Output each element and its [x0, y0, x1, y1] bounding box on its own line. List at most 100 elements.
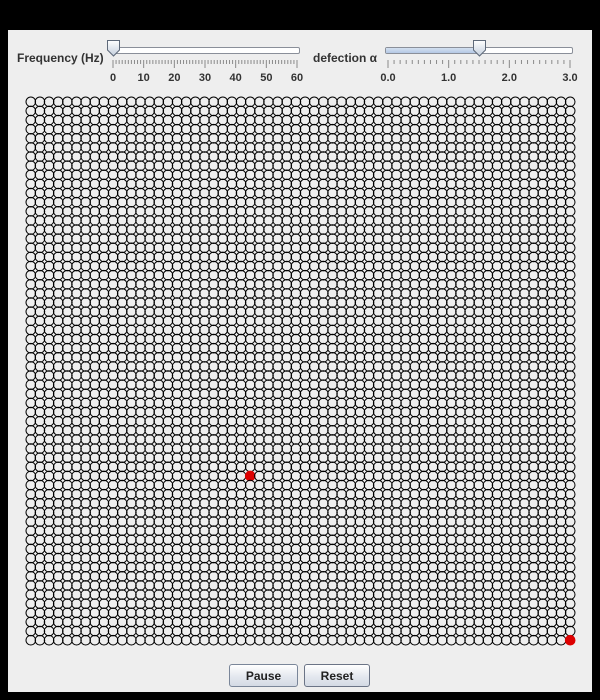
oscillator-ring[interactable]: [363, 133, 375, 144]
oscillator-ring[interactable]: [107, 342, 119, 354]
oscillator-ring[interactable]: [25, 434, 37, 445]
oscillator-ring[interactable]: [308, 571, 320, 582]
oscillator-ring[interactable]: [107, 607, 119, 619]
oscillator-ring[interactable]: [171, 315, 183, 327]
oscillator-ring[interactable]: [116, 151, 128, 162]
oscillator-ring[interactable]: [427, 534, 439, 546]
oscillator-ring[interactable]: [382, 178, 393, 190]
oscillator-ring[interactable]: [500, 415, 512, 427]
oscillator-ring[interactable]: [473, 142, 485, 153]
oscillator-ring[interactable]: [372, 352, 384, 363]
oscillator-ring[interactable]: [190, 461, 201, 473]
oscillator-ring[interactable]: [98, 352, 110, 363]
oscillator-ring[interactable]: [427, 196, 439, 208]
oscillator-ring[interactable]: [299, 96, 311, 108]
oscillator-ring[interactable]: [107, 96, 119, 108]
oscillator-ring[interactable]: [564, 206, 576, 217]
oscillator-ring[interactable]: [372, 224, 384, 235]
oscillator-ring[interactable]: [354, 306, 366, 317]
oscillator-ring[interactable]: [162, 507, 174, 518]
oscillator-ring[interactable]: [564, 269, 576, 281]
oscillator-ring[interactable]: [126, 352, 137, 363]
oscillator-ring[interactable]: [336, 607, 347, 619]
oscillator-ring[interactable]: [199, 388, 210, 400]
oscillator-ring[interactable]: [363, 215, 375, 226]
oscillator-ring[interactable]: [391, 324, 402, 336]
oscillator-ring[interactable]: [116, 379, 128, 390]
oscillator-ring[interactable]: [52, 488, 64, 500]
oscillator-ring[interactable]: [144, 178, 155, 190]
oscillator-ring[interactable]: [226, 315, 238, 327]
oscillator-ring[interactable]: [235, 616, 247, 628]
oscillator-ring[interactable]: [528, 479, 539, 491]
oscillator-ring[interactable]: [263, 242, 274, 254]
oscillator-ring[interactable]: [299, 370, 311, 381]
oscillator-ring[interactable]: [89, 571, 101, 582]
oscillator-ring[interactable]: [382, 370, 393, 381]
oscillator-ring[interactable]: [354, 379, 366, 390]
oscillator-ring[interactable]: [327, 142, 338, 153]
oscillator-ring[interactable]: [190, 352, 201, 363]
oscillator-ring[interactable]: [473, 488, 485, 500]
oscillator-ring[interactable]: [98, 288, 110, 299]
oscillator-ring[interactable]: [254, 178, 265, 190]
oscillator-ring[interactable]: [500, 187, 512, 199]
oscillator-ring[interactable]: [254, 516, 265, 527]
oscillator-ring[interactable]: [52, 580, 64, 591]
oscillator-ring[interactable]: [510, 306, 521, 317]
oscillator-ring[interactable]: [235, 516, 247, 527]
oscillator-ring[interactable]: [290, 242, 302, 254]
oscillator-ring[interactable]: [34, 242, 46, 254]
oscillator-ring[interactable]: [345, 561, 357, 573]
oscillator-ring[interactable]: [363, 589, 375, 600]
oscillator-ring[interactable]: [363, 206, 375, 217]
oscillator-ring[interactable]: [98, 516, 110, 527]
oscillator-ring[interactable]: [254, 96, 265, 108]
oscillator-ring[interactable]: [226, 160, 238, 171]
oscillator-ring[interactable]: [555, 178, 567, 190]
oscillator-ring[interactable]: [546, 123, 558, 135]
oscillator-ring[interactable]: [491, 206, 503, 217]
oscillator-ring[interactable]: [272, 315, 283, 327]
oscillator-ring[interactable]: [473, 534, 485, 546]
oscillator-ring[interactable]: [281, 114, 293, 126]
oscillator-ring[interactable]: [171, 96, 183, 108]
oscillator-ring[interactable]: [62, 634, 73, 646]
oscillator-ring[interactable]: [363, 434, 375, 445]
oscillator-ring[interactable]: [363, 561, 375, 573]
oscillator-ring[interactable]: [89, 342, 101, 354]
oscillator-ring[interactable]: [382, 233, 393, 244]
oscillator-ring[interactable]: [43, 342, 55, 354]
oscillator-ring[interactable]: [528, 105, 539, 117]
oscillator-ring[interactable]: [528, 306, 539, 317]
oscillator-ring[interactable]: [372, 169, 384, 181]
oscillator-ring[interactable]: [446, 607, 457, 619]
oscillator-ring[interactable]: [235, 269, 247, 281]
oscillator-ring[interactable]: [25, 525, 37, 536]
oscillator-ring[interactable]: [299, 470, 311, 482]
oscillator-ring[interactable]: [409, 315, 421, 327]
oscillator-ring[interactable]: [537, 297, 549, 308]
oscillator-ring[interactable]: [52, 142, 64, 153]
oscillator-ring[interactable]: [464, 479, 475, 491]
oscillator-ring[interactable]: [135, 625, 146, 637]
oscillator-ring[interactable]: [510, 461, 521, 473]
oscillator-ring[interactable]: [391, 571, 402, 582]
oscillator-ring[interactable]: [135, 151, 146, 162]
oscillator-ring[interactable]: [208, 488, 219, 500]
oscillator-ring[interactable]: [308, 196, 320, 208]
oscillator-ring[interactable]: [107, 187, 119, 199]
oscillator-ring[interactable]: [180, 315, 192, 327]
oscillator-ring[interactable]: [372, 634, 384, 646]
oscillator-ring[interactable]: [336, 589, 347, 600]
oscillator-ring[interactable]: [272, 260, 283, 272]
oscillator-ring[interactable]: [418, 379, 430, 390]
oscillator-ring[interactable]: [363, 315, 375, 327]
oscillator-ring[interactable]: [107, 397, 119, 409]
oscillator-ring[interactable]: [436, 242, 448, 254]
oscillator-ring[interactable]: [372, 251, 384, 263]
oscillator-ring[interactable]: [217, 516, 229, 527]
oscillator-ring[interactable]: [372, 260, 384, 272]
oscillator-ring[interactable]: [254, 379, 265, 390]
oscillator-ring[interactable]: [500, 580, 512, 591]
